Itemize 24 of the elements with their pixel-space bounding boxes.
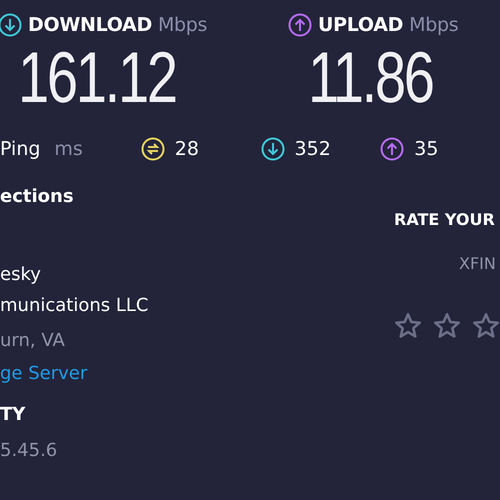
download-circle-icon <box>260 137 285 161</box>
speed-label: DOWNLOAD <box>28 14 152 36</box>
ping-value: 28 <box>174 138 199 160</box>
unit-label: ms <box>54 138 83 160</box>
ip-heading: TY <box>0 403 26 427</box>
section-heading: ections <box>0 185 75 209</box>
unit-label: Mbps <box>158 14 208 36</box>
provider-name: XFIN <box>458 254 497 275</box>
ping-value: 35 <box>414 138 438 160</box>
isp-name: munications LLC <box>0 294 150 318</box>
upload-circle-icon <box>380 137 404 161</box>
unit-label: Mbps <box>409 14 458 36</box>
ping-value: 352 <box>294 138 331 160</box>
upload-circle-icon <box>288 13 312 37</box>
speed-value: 161.12 <box>18 38 176 118</box>
rating-heading: RATE YOUR <box>394 210 496 231</box>
isp-name: esky <box>0 263 42 287</box>
idle-circle-icon <box>140 137 165 161</box>
change-server-link[interactable]: ge Server <box>0 363 88 384</box>
ip-address: 5.45.6 <box>0 439 58 463</box>
ping-label: Ping <box>0 138 40 160</box>
speed-value: 11.86 <box>308 38 433 118</box>
speed-label: UPLOAD <box>318 14 404 36</box>
server-location: urn, VA <box>0 329 66 353</box>
